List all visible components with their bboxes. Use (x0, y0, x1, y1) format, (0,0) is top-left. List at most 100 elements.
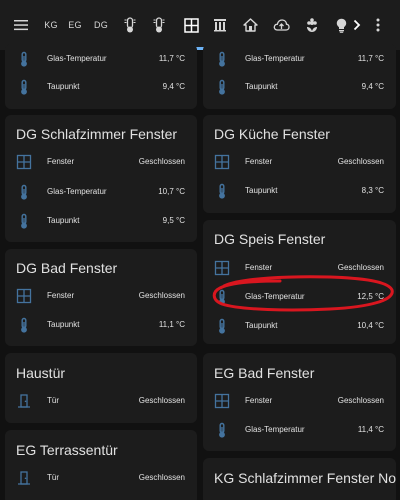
thermometer-icon (213, 316, 231, 336)
card-dg-speis-fenster: DG Speis Fenster Fenster Geschlossen Gla… (203, 220, 396, 344)
door-icon (15, 468, 33, 488)
card-eg-bad-fenster: EG Bad Fenster Fenster Geschlossen Glas-… (203, 353, 396, 451)
entity-name: Taupunkt (245, 186, 278, 195)
card-title: EG Terrassentür (16, 442, 118, 458)
entity-value: Geschlossen (337, 157, 384, 166)
card-dg-schlafzimmer-fenster: DG Schlafzimmer Fenster Fenster Geschlos… (5, 115, 197, 242)
card-kg-schlafzimmer-fenster-nord: KG Schlafzimmer Fenster Nord (203, 458, 396, 500)
flower-icon[interactable] (302, 12, 322, 38)
card-title: Haustür (16, 365, 66, 381)
thermometer-icon (15, 49, 33, 69)
window-icon (15, 152, 33, 172)
entity-value: Geschlossen (138, 473, 185, 482)
window-icon (213, 152, 231, 172)
window-icon (213, 391, 231, 411)
tab-eg-label: EG (68, 20, 82, 30)
entity-row[interactable]: Glas-Temperatur 10,7 °C (5, 182, 197, 202)
entity-name: Taupunkt (245, 321, 278, 330)
entity-name: Tür (47, 396, 59, 405)
card-top-left: Glas-Temperatur 11,7 °C Taupunkt 9,4 °C (5, 44, 197, 109)
entity-row[interactable]: Fenster Geschlossen (5, 152, 197, 172)
card-top-right: Glas-Temperatur 11,7 °C Taupunkt 9,4 °C (203, 44, 396, 109)
home-icon[interactable] (240, 12, 260, 38)
entity-row[interactable]: Glas-Temperatur 12,5 °C (203, 287, 396, 307)
entity-value: Geschlossen (138, 291, 185, 300)
entity-name: Taupunkt (47, 82, 80, 91)
card-title: KG Schlafzimmer Fenster Nord (214, 470, 396, 486)
door-icon (15, 391, 33, 411)
thermometer-icon (213, 181, 231, 201)
entity-row[interactable]: Glas-Temperatur 11,4 °C (203, 420, 396, 440)
entity-name: Fenster (47, 157, 75, 166)
entity-name: Glas-Temperatur (245, 54, 305, 63)
tab-kg-label: KG (44, 20, 58, 30)
tab-kg[interactable]: KG (40, 12, 62, 38)
entity-row[interactable]: Fenster Geschlossen (203, 152, 396, 172)
entity-row[interactable]: Tür Geschlossen (5, 468, 197, 488)
thermometer-icon (15, 182, 33, 202)
entity-name: Glas-Temperatur (245, 292, 305, 301)
entity-row[interactable]: Tür Geschlossen (5, 391, 197, 411)
entity-row[interactable]: Taupunkt 10,4 °C (203, 316, 396, 336)
thermometer-icon[interactable] (149, 12, 169, 38)
tab-dg[interactable]: DG (90, 12, 112, 38)
card-dg-bad-fenster: DG Bad Fenster Fenster Geschlossen Taupu… (5, 249, 197, 346)
dots-vertical-icon[interactable] (370, 12, 386, 38)
entity-row[interactable]: Taupunkt 11,1 °C (5, 315, 197, 335)
window-icon (213, 258, 231, 278)
entity-value: Geschlossen (138, 396, 185, 405)
entity-name: Fenster (245, 263, 273, 272)
thermometer-icon (213, 420, 231, 440)
entity-value: 11,7 °C (357, 54, 384, 63)
radiator-icon[interactable] (210, 12, 230, 38)
entity-name: Taupunkt (47, 320, 80, 329)
tab-eg[interactable]: EG (64, 12, 86, 38)
card-title: DG Bad Fenster (16, 260, 118, 276)
cloud-upload-icon[interactable] (270, 12, 292, 38)
entity-name: Tür (47, 473, 59, 482)
entity-name: Fenster (245, 396, 273, 405)
entity-name: Taupunkt (47, 216, 80, 225)
top-app-bar: KG EG DG (0, 0, 400, 50)
entity-name: Glas-Temperatur (245, 425, 305, 434)
lightbulb-icon[interactable] (332, 12, 350, 38)
thermometer-icon (15, 77, 33, 97)
entity-row[interactable]: Taupunkt 9,4 °C (5, 77, 197, 97)
entity-name: Glas-Temperatur (47, 187, 107, 196)
entity-row[interactable]: Taupunkt 8,3 °C (203, 181, 396, 201)
card-dg-kueche-fenster: DG Küche Fenster Fenster Geschlossen Tau… (203, 115, 396, 213)
window-icon[interactable] (180, 12, 202, 38)
chevron-right-icon[interactable] (350, 12, 364, 38)
entity-value: Geschlossen (337, 263, 384, 272)
entity-row[interactable]: Taupunkt 9,5 °C (5, 211, 197, 231)
card-title: EG Bad Fenster (214, 365, 315, 381)
entity-value: Geschlossen (337, 396, 384, 405)
entity-row[interactable]: Fenster Geschlossen (203, 258, 396, 278)
entity-row[interactable]: Fenster Geschlossen (203, 391, 396, 411)
entity-name: Fenster (245, 157, 273, 166)
card-title: DG Schlafzimmer Fenster (16, 126, 178, 142)
tab-dg-label: DG (94, 20, 108, 30)
thermometer-icon (213, 287, 231, 307)
entity-value: 11,1 °C (158, 320, 185, 329)
hamburger-icon[interactable] (10, 12, 32, 38)
entity-row[interactable]: Taupunkt 9,4 °C (203, 77, 396, 97)
entity-row[interactable]: Glas-Temperatur 11,7 °C (203, 49, 396, 69)
entity-value: 10,7 °C (158, 187, 185, 196)
entity-row[interactable]: Fenster Geschlossen (5, 286, 197, 306)
entity-name: Fenster (47, 291, 75, 300)
entity-value: 9,5 °C (162, 216, 185, 225)
entity-value: Geschlossen (138, 157, 185, 166)
entity-value: 11,4 °C (357, 425, 384, 434)
entity-value: 8,3 °C (361, 186, 384, 195)
thermometer-icon (15, 211, 33, 231)
entity-value: 10,4 °C (357, 321, 384, 330)
card-title: DG Speis Fenster (214, 231, 326, 247)
entity-row[interactable]: Glas-Temperatur 11,7 °C (5, 49, 197, 69)
card-title: DG Küche Fenster (214, 126, 330, 142)
thermometer-icon (15, 315, 33, 335)
entity-value: 12,5 °C (357, 292, 384, 301)
window-icon (15, 286, 33, 306)
thermometer-icon[interactable] (120, 12, 140, 38)
thermometer-icon (213, 49, 231, 69)
